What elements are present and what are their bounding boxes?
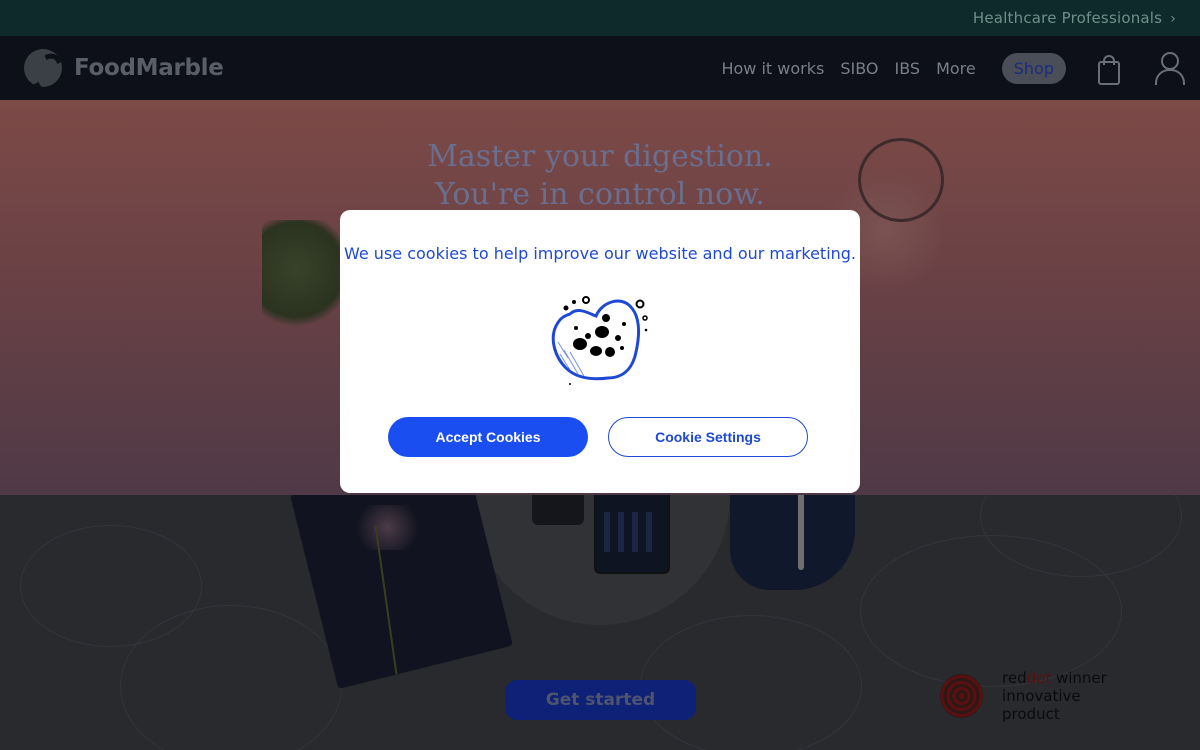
cookie-illustration-icon [551,296,648,385]
accept-cookies-button[interactable]: Accept Cookies [388,417,588,457]
cookie-message: We use cookies to help improve our websi… [343,244,857,263]
cookie-settings-button[interactable]: Cookie Settings [608,417,808,457]
cookie-consent-dialog: We use cookies to help improve our websi… [340,210,860,493]
